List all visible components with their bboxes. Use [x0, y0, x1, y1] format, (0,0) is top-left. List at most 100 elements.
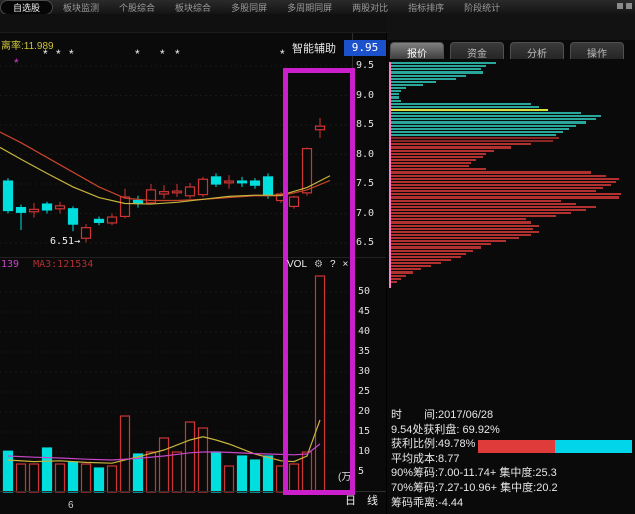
chip-info-line-1: 9.54处获利盘: 69.92%: [391, 423, 500, 436]
candle-body: [54, 205, 66, 210]
chip-bar: [391, 149, 494, 152]
menu-tab-1[interactable]: 板块监测: [53, 0, 109, 15]
volume-bar: [210, 451, 222, 493]
candle-body: [28, 208, 40, 213]
volume-bar: [184, 421, 196, 493]
volume-axis-label: 15: [358, 426, 371, 437]
menu-tab-5[interactable]: 多周期同屏: [277, 0, 342, 15]
tab-analysis[interactable]: 分析: [510, 42, 564, 60]
window-controls[interactable]: [617, 3, 632, 9]
volume-bar: [171, 451, 183, 493]
smart-assist-label[interactable]: 智能辅助: [292, 40, 336, 56]
volume-bar: [28, 463, 40, 493]
signal-star-icon: *: [175, 47, 180, 61]
volume-axis-label: 40: [358, 326, 371, 337]
chip-bar: [391, 274, 406, 277]
price-axis-label: 9.5: [356, 60, 375, 71]
menu-tab-4[interactable]: 多股同屏: [221, 0, 277, 15]
chip-bar: [391, 218, 526, 221]
volume-bar: [119, 415, 131, 493]
chip-bar: [391, 68, 481, 71]
chip-bar: [391, 102, 531, 105]
chip-bar: [391, 133, 556, 137]
tab-quote[interactable]: 报价: [390, 42, 444, 60]
chip-bar: [391, 280, 397, 283]
tab-operate[interactable]: 操作: [570, 42, 624, 60]
candle-body: [197, 178, 209, 196]
menu-tab-8[interactable]: 阶段统计: [454, 0, 510, 15]
candle-body: [93, 218, 105, 223]
chip-bar: [391, 183, 611, 187]
chip-bar: [391, 96, 399, 99]
chip-bar: [391, 90, 401, 93]
chip-bar: [391, 162, 471, 165]
chip-info-line-0: 时 间:2017/06/28: [391, 409, 494, 421]
chip-bar: [391, 255, 461, 258]
menu-tab-0[interactable]: 自选股: [0, 0, 54, 15]
gear-icon[interactable]: ⚙: [314, 259, 323, 270]
candle-body: [119, 196, 131, 218]
candle-body: [106, 216, 118, 224]
volume-bar: [80, 463, 92, 493]
chip-bar: [391, 193, 621, 196]
menu-tab-2[interactable]: 个股综合: [109, 0, 165, 15]
volume-ma1-value: 139: [1, 259, 20, 270]
time-axis-month-label: 6: [68, 500, 74, 511]
menu-tab-6[interactable]: 两股对比: [342, 0, 398, 15]
candle-body: [171, 190, 183, 194]
toolbar-row: [0, 14, 387, 33]
volume-bar: [249, 459, 261, 493]
window-button-icon[interactable]: [626, 3, 632, 9]
chip-bar: [391, 115, 601, 118]
price-axis-label: 6.5: [356, 237, 375, 248]
candle-body: [132, 199, 144, 204]
tab-funds[interactable]: 资金: [450, 42, 504, 60]
chip-bar: [391, 180, 616, 183]
volume-bar: [132, 453, 144, 493]
chip-info-block: 时 间:2017/06/28 9.54处获利盘: 69.92% 获利比例:49.78…: [391, 406, 633, 509]
chip-bar: [391, 252, 466, 255]
window-button-icon[interactable]: [617, 3, 623, 9]
chip-bar: [391, 99, 401, 102]
chip-bar: [391, 143, 531, 146]
chip-bar: [391, 105, 539, 108]
chip-bar: [391, 243, 491, 246]
chip-bar: [391, 202, 576, 205]
chip-bar: [391, 121, 586, 124]
candle-body: [80, 227, 92, 239]
chip-bar: [391, 171, 591, 174]
chip-bar: [391, 196, 619, 199]
chip-bar: [391, 93, 399, 96]
candle-body: [184, 186, 196, 197]
chip-bar: [391, 215, 556, 218]
price-axis-label: 8.5: [356, 119, 375, 130]
volume-bar: [2, 450, 14, 493]
chip-bar: [391, 268, 421, 271]
close-icon[interactable]: ×: [343, 259, 349, 270]
chip-bar: [391, 208, 586, 212]
signal-star-icon: *: [43, 47, 48, 61]
stock-app-window: 自选股板块监测个股综合板块综合多股同屏多周期同屏两股对比指标排序阶段统计 一键自…: [0, 0, 635, 514]
volume-axis-label: 30: [358, 366, 371, 377]
volume-axis-label: 35: [358, 346, 371, 357]
candle-body: [223, 180, 235, 184]
chip-bar: [391, 271, 413, 274]
chip-distribution-chart[interactable]: [391, 62, 633, 284]
chip-bar: [391, 158, 476, 162]
menu-tab-7[interactable]: 指标排序: [398, 0, 454, 15]
volume-bar: [262, 455, 274, 493]
signal-star-magenta-icon: *: [14, 56, 19, 70]
candle-body: [249, 180, 261, 186]
volume-bar: [106, 465, 118, 493]
volume-bar: [223, 465, 235, 493]
signal-star-icon: *: [56, 47, 61, 61]
profit-ratio-cyan-segment: [554, 440, 632, 453]
chip-bar: [391, 205, 596, 208]
chip-bar: [391, 62, 496, 65]
chip-bar: [391, 137, 559, 140]
help-icon[interactable]: ?: [330, 259, 336, 270]
signal-star-icon: *: [69, 47, 74, 61]
menu-tab-3[interactable]: 板块综合: [165, 0, 221, 15]
candle-body: [158, 191, 170, 195]
volume-axis-label: 10: [358, 446, 371, 457]
